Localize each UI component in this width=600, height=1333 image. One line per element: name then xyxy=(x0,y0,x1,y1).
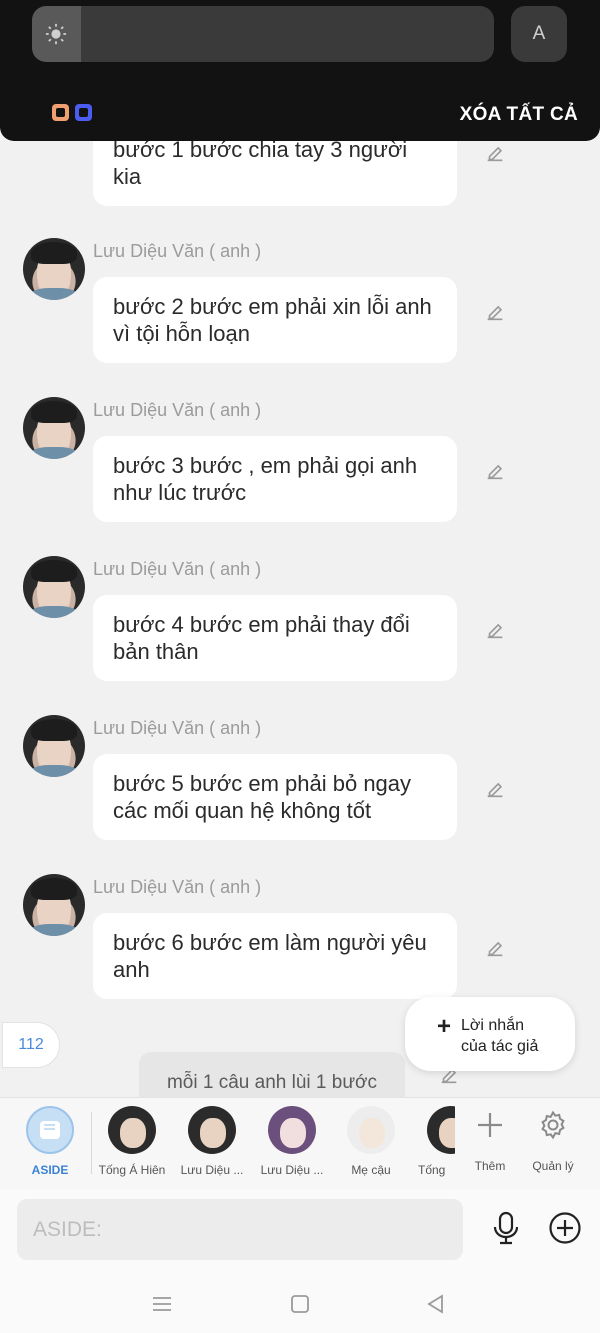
sender-name: Lưu Diệu Văn ( anh ) xyxy=(93,877,262,897)
avatar xyxy=(347,1106,395,1154)
sender-name: Lưu Diệu Văn ( anh ) xyxy=(93,241,262,261)
chat-area[interactable]: bước 1 bước chia tay 3 người kia Lưu Diệ… xyxy=(0,0,600,1097)
app-icon-orange xyxy=(52,104,69,121)
message-bubble[interactable]: bước 2 bước em phải xin lỗi anh vì tội h… xyxy=(93,277,457,363)
manage-label: Quản lý xyxy=(532,1159,574,1173)
author-note-line2: của tác giả xyxy=(461,1038,539,1055)
character-name: Tống xyxy=(418,1163,446,1177)
manage-button[interactable]: Quản lý xyxy=(523,1110,583,1173)
narration-text: mỗi 1 câu anh lùi 1 bước xyxy=(166,1072,377,1093)
auto-brightness-button[interactable]: A xyxy=(511,6,567,62)
sender-name: Lưu Diệu Văn ( anh ) xyxy=(93,559,262,579)
character-name: Tống Á Hiên xyxy=(98,1163,166,1177)
avatar[interactable] xyxy=(23,238,85,300)
character-tong-a-hien[interactable]: Tống Á Hiên xyxy=(96,1106,168,1177)
gear-icon xyxy=(541,1110,565,1140)
edit-icon[interactable] xyxy=(484,142,506,164)
avatar xyxy=(427,1106,455,1154)
plus-icon: + xyxy=(437,1013,452,1040)
avatar xyxy=(188,1106,236,1154)
character-name: Mẹ cậu xyxy=(351,1163,391,1177)
message-count-badge[interactable]: 112 xyxy=(2,1022,60,1068)
sender-name: Lưu Diệu Văn ( anh ) xyxy=(93,718,262,738)
avatar[interactable] xyxy=(23,715,85,777)
character-luu-dieu-2[interactable]: Lưu Diệu ... xyxy=(256,1106,328,1177)
app-icon-blue xyxy=(75,104,92,121)
sun-icon xyxy=(45,23,67,45)
character-luu-dieu-1[interactable]: Lưu Diệu ... xyxy=(176,1106,248,1177)
back-icon[interactable] xyxy=(424,1293,448,1315)
message-text: bước 3 bước , em phải gọi anh như lúc tr… xyxy=(113,453,418,505)
character-me-cau[interactable]: Mẹ cậu xyxy=(335,1106,407,1177)
message-input[interactable] xyxy=(17,1199,463,1260)
brightness-slider[interactable] xyxy=(32,6,494,62)
author-note-label: Lời nhắn của tác giả xyxy=(461,1015,538,1057)
avatar[interactable] xyxy=(23,874,85,936)
add-label: Thêm xyxy=(474,1159,506,1173)
edit-icon[interactable] xyxy=(484,937,506,959)
composer xyxy=(0,1189,600,1275)
message-bubble[interactable]: bước 4 bước em phải thay đổi bản thân xyxy=(93,595,457,681)
edit-icon[interactable] xyxy=(484,778,506,800)
author-note-button[interactable]: + Lời nhắn của tác giả xyxy=(405,997,575,1071)
message-text: bước 6 bước em làm người yêu anh xyxy=(113,930,427,982)
notification-shade: A XÓA TẤT CẢ xyxy=(0,0,600,141)
message-text: bước 2 bước em phải xin lỗi anh vì tội h… xyxy=(113,294,432,346)
character-name: ASIDE xyxy=(31,1163,69,1177)
system-navigation-bar xyxy=(0,1275,600,1333)
menu-icon[interactable] xyxy=(150,1293,174,1315)
microphone-icon[interactable] xyxy=(490,1211,522,1245)
avatar[interactable] xyxy=(23,397,85,459)
add-circle-icon[interactable] xyxy=(548,1211,582,1245)
edit-icon[interactable] xyxy=(484,460,506,482)
avatar xyxy=(268,1106,316,1154)
message-bubble[interactable]: bước 5 bước em phải bỏ ngay các mối quan… xyxy=(93,754,457,840)
divider xyxy=(91,1112,92,1174)
avatar[interactable] xyxy=(23,556,85,618)
message-text: bước 1 bước chia tay 3 người kia xyxy=(113,137,408,189)
character-name: Lưu Diệu ... xyxy=(180,1163,244,1177)
sender-name: Lưu Diệu Văn ( anh ) xyxy=(93,400,262,420)
message-bubble[interactable]: bước 3 bước , em phải gọi anh như lúc tr… xyxy=(93,436,457,522)
character-bar: ASIDE Tống Á Hiên Lưu Diệu ... Lưu Diệu … xyxy=(0,1097,600,1189)
message-text: bước 4 bước em phải thay đổi bản thân xyxy=(113,612,410,664)
home-icon[interactable] xyxy=(288,1293,312,1315)
edit-icon[interactable] xyxy=(484,619,506,641)
clear-all-button[interactable]: XÓA TẤT CẢ xyxy=(460,104,578,126)
character-aside[interactable]: ASIDE xyxy=(14,1106,86,1177)
plus-icon xyxy=(478,1113,502,1137)
aside-icon xyxy=(26,1106,74,1154)
message-text: bước 5 bước em phải bỏ ngay các mối quan… xyxy=(113,771,412,823)
avatar xyxy=(108,1106,156,1154)
notification-app-icons xyxy=(52,104,92,121)
author-note-line1: Lời nhắn xyxy=(461,1017,524,1034)
edit-icon[interactable] xyxy=(484,301,506,323)
narration-bubble[interactable]: mỗi 1 câu anh lùi 1 bước xyxy=(139,1052,405,1097)
character-tong[interactable]: Tống xyxy=(407,1106,455,1177)
message-bubble[interactable]: bước 6 bước em làm người yêu anh xyxy=(93,913,457,999)
character-name: Lưu Diệu ... xyxy=(260,1163,324,1177)
add-character-button[interactable]: Thêm xyxy=(460,1110,520,1173)
